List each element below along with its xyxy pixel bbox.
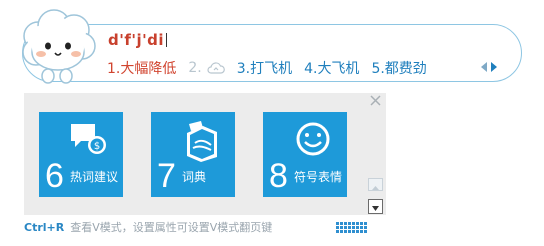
page-arrows <box>481 62 497 72</box>
dictionary-book-icon <box>187 121 217 162</box>
chevron-up-icon <box>372 186 379 190</box>
candidate-3[interactable]: 3.打飞机 <box>237 58 292 78</box>
smiley-icon <box>296 122 330 156</box>
footer-hint: Ctrl+R 查看V模式，设置属性可设置V模式翻页键 <box>24 219 272 235</box>
scroll-down-button[interactable] <box>368 199 383 214</box>
candidate-4[interactable]: 4.大飞机 <box>304 58 359 78</box>
next-page-icon[interactable] <box>491 62 497 72</box>
tile-number: 6 <box>45 157 64 195</box>
tile-label: 词典 <box>182 170 207 184</box>
cloud-icon <box>207 62 225 74</box>
shortcut-key: Ctrl+R <box>24 221 65 234</box>
tile-hot-words[interactable]: $ 6 热词建议 <box>39 112 123 197</box>
candidate-list: 1.大幅降低 2. 3.打飞机 4.大飞机 5.都费劲 <box>107 58 439 78</box>
function-panel: $ 6 热词建议 7 词典 8 符号表情 <box>24 93 386 215</box>
close-icon[interactable] <box>369 94 382 107</box>
chevron-down-icon <box>372 206 379 211</box>
scroll-up-button[interactable] <box>368 178 383 191</box>
prev-page-icon[interactable] <box>481 62 487 72</box>
candidate-5[interactable]: 5.都费劲 <box>371 58 426 78</box>
hint-text: 查看V模式，设置属性可设置V模式翻页键 <box>70 221 273 234</box>
tile-number: 8 <box>269 157 288 195</box>
pinyin-composition: d'f'j'di <box>108 31 168 49</box>
text-caret <box>166 33 168 47</box>
tile-dictionary[interactable]: 7 词典 <box>151 112 235 197</box>
keyboard-grid-icon[interactable] <box>336 222 367 233</box>
cloud-mascot-icon <box>22 9 96 84</box>
tile-label: 符号表情 <box>294 170 343 184</box>
candidate-2-cloud[interactable]: 2. <box>188 60 225 76</box>
chat-bubble-search-icon: $ <box>71 124 106 154</box>
svg-text:$: $ <box>94 141 100 152</box>
tile-label: 热词建议 <box>70 170 119 184</box>
tile-number: 7 <box>157 157 176 195</box>
candidate-1[interactable]: 1.大幅降低 <box>107 58 176 78</box>
tile-symbols[interactable]: 8 符号表情 <box>263 112 347 197</box>
